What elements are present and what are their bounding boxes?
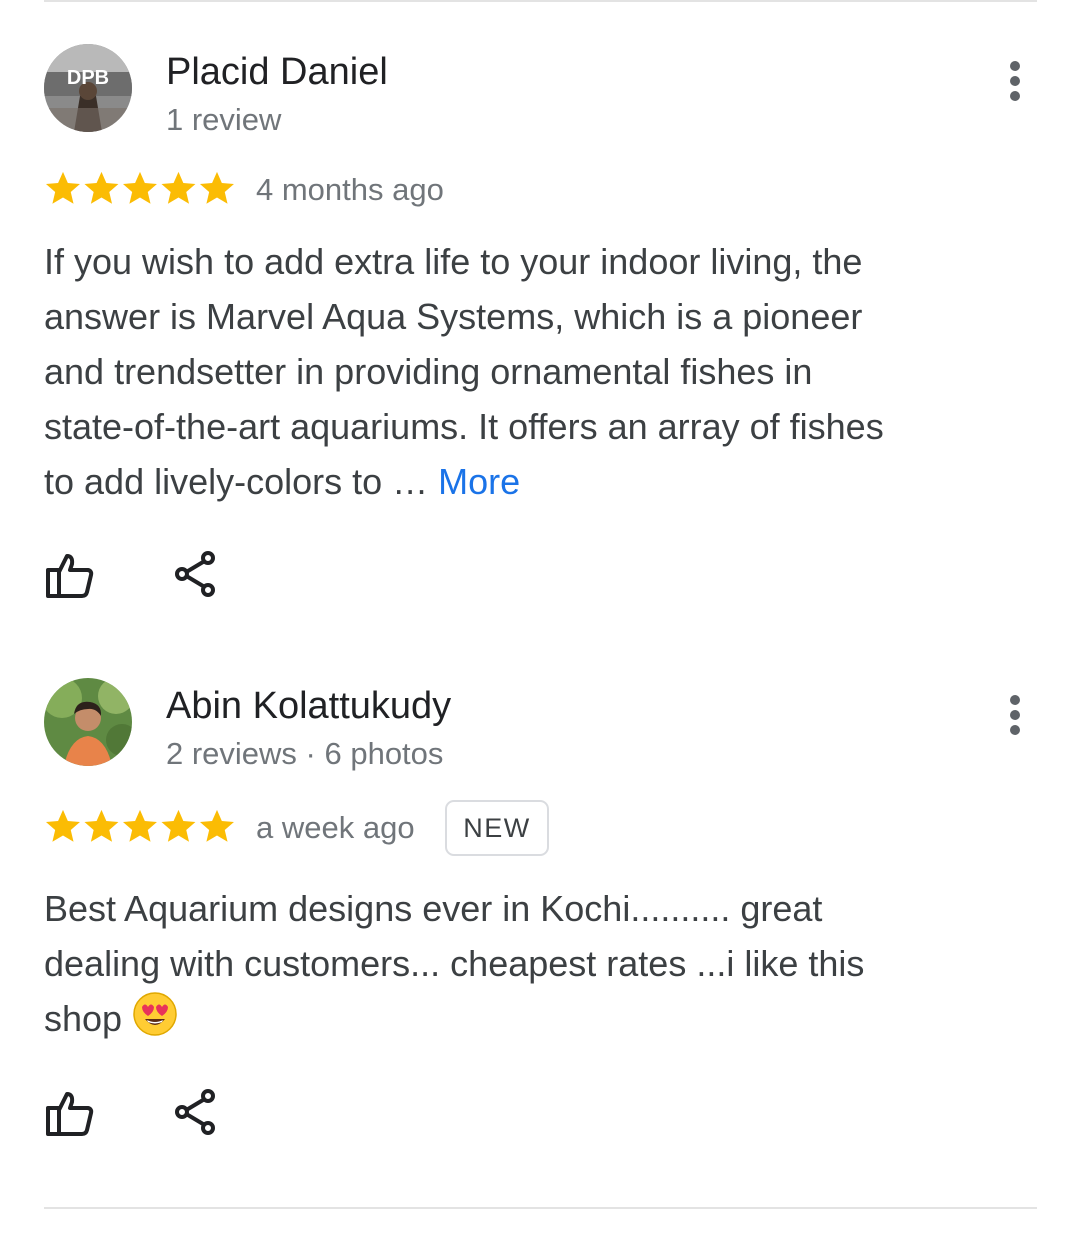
more-link[interactable]: More	[438, 461, 520, 502]
star-icon	[161, 171, 196, 204]
review-text: Best Aquarium designs ever in Kochi.....…	[44, 881, 964, 1046]
top-divider	[44, 0, 1037, 2]
review-text-line: Best Aquarium designs ever in Kochi.....…	[44, 888, 823, 929]
star-icon	[161, 809, 196, 842]
star-icon	[45, 809, 80, 842]
share-icon[interactable]	[170, 1086, 222, 1138]
star-icon	[84, 809, 119, 842]
reviewer-meta[interactable]: 2 reviews · 6 photos	[166, 734, 443, 774]
star-icon	[84, 171, 119, 204]
bottom-divider	[44, 1207, 1037, 1209]
thumb-up-icon[interactable]	[44, 1088, 96, 1140]
review-text: If you wish to add extra life to your in…	[44, 234, 964, 509]
more-vert-icon[interactable]	[1000, 57, 1032, 105]
avatar[interactable]: DPB	[44, 44, 132, 132]
star-icon	[122, 809, 157, 842]
star-rating	[44, 167, 236, 207]
reviewer-meta[interactable]: 1 review	[166, 100, 281, 140]
star-icon	[122, 171, 157, 204]
heart-eyes-emoji-icon	[133, 992, 177, 1036]
star-icon	[45, 171, 80, 204]
review-text-line: answer is Marvel Aqua Systems, which is …	[44, 296, 863, 337]
share-icon[interactable]	[170, 548, 222, 600]
thumb-up-icon[interactable]	[44, 550, 96, 602]
reviewer-name[interactable]: Placid Daniel	[166, 50, 388, 94]
review-text-line: If you wish to add extra life to your in…	[44, 241, 863, 282]
review-text-line: to add lively-colors to …	[44, 461, 439, 502]
star-icon	[199, 809, 234, 842]
review-text-line: and trendsetter in providing ornamental …	[44, 351, 813, 392]
star-icon	[199, 171, 234, 204]
new-badge: NEW	[445, 800, 549, 856]
more-vert-icon[interactable]	[1000, 691, 1032, 739]
avatar-watermark-text: DPB	[67, 67, 109, 89]
review-text-line: state-of-the-art aquariums. It offers an…	[44, 406, 884, 447]
avatar[interactable]	[44, 678, 132, 766]
review-text-line: shop	[44, 998, 133, 1039]
star-rating	[44, 805, 236, 845]
review-date: a week ago	[256, 810, 415, 845]
review-date: 4 months ago	[256, 172, 444, 207]
review-text-line: dealing with customers... cheapest rates…	[44, 943, 865, 984]
reviewer-name[interactable]: Abin Kolattukudy	[166, 684, 451, 728]
